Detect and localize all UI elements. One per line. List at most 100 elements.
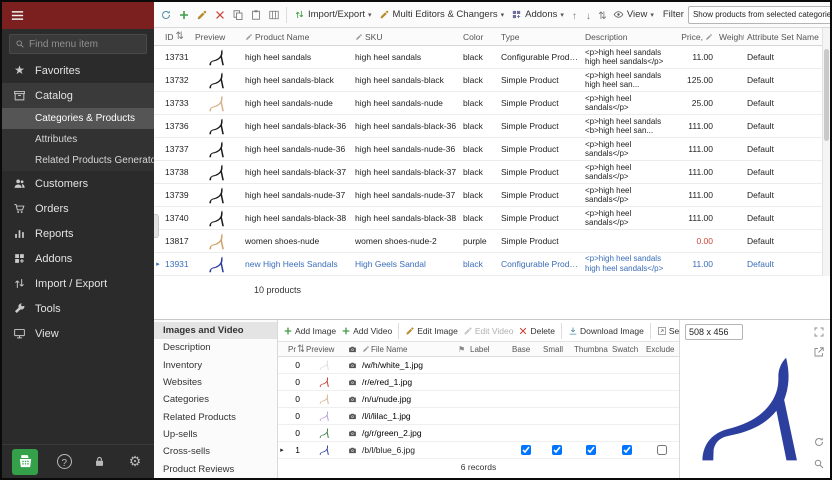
delete-product-button[interactable] (211, 5, 228, 25)
product-row[interactable]: 13740 high heel sandals-black-38 high he… (154, 207, 822, 230)
pos-icon[interactable] (12, 449, 38, 475)
product-row[interactable]: 13737 high heel sandals-nude-36 high hee… (154, 138, 822, 161)
product-row[interactable]: 13817 women shoes-nude women shoes-nude-… (154, 230, 822, 253)
tab-websites[interactable]: Websites (154, 374, 277, 391)
product-row[interactable]: 13738 high heel sandals-black-37 high he… (154, 161, 822, 184)
column-header-weight[interactable]: Weight (716, 28, 744, 45)
zoom-icon[interactable] (811, 456, 827, 472)
sort-ascending-icon[interactable] (568, 5, 581, 25)
sidebar-item-catalog[interactable]: Catalog (2, 83, 154, 108)
column-header-position[interactable]: Pr (286, 342, 304, 356)
column-header-attribute-set[interactable]: Attribute Set Name (744, 28, 822, 45)
image-row-selected[interactable]: 1 /b/l/blue_6.jpg (278, 442, 679, 459)
rotate-icon[interactable] (811, 434, 827, 450)
set-resize-rule-button[interactable]: Set Resize Rule (655, 322, 679, 340)
column-header-id[interactable]: ID (162, 28, 192, 45)
product-row[interactable]: 13731 high heel sandals high heel sandal… (154, 46, 822, 69)
column-header-color[interactable]: Color (460, 28, 498, 45)
refresh-button[interactable] (157, 5, 174, 25)
paste-button[interactable] (247, 5, 264, 25)
base-checkbox[interactable] (521, 445, 531, 455)
image-row[interactable]: 0 /r/e/red_1.jpg (278, 374, 679, 391)
column-header-label[interactable]: Label (468, 342, 510, 356)
product-row[interactable]: 13736 high heel sandals-black-36 high he… (154, 115, 822, 138)
thumbnail-checkbox[interactable] (586, 445, 596, 455)
clear-sorting-icon[interactable] (596, 5, 609, 25)
search-input[interactable] (29, 39, 141, 50)
sidebar-item-favorites[interactable]: ★ Favorites (2, 58, 154, 83)
image-row[interactable]: 0 /g/r/green_2.jpg (278, 425, 679, 442)
sidebar-item-attributes[interactable]: Attributes (2, 129, 154, 150)
import-export-dropdown[interactable]: Import/Export (291, 5, 375, 25)
fullscreen-icon[interactable] (811, 324, 827, 340)
download-image-button[interactable]: Download Image (566, 322, 646, 340)
sidebar-item-related-products-generator[interactable]: Related Products Generator (2, 150, 154, 171)
tab-related-products[interactable]: Related Products (154, 408, 277, 425)
column-header-product-name[interactable]: Product Name (242, 28, 352, 45)
sidebar-item-reports[interactable]: Reports (2, 221, 154, 246)
sidebar-item-orders[interactable]: Orders (2, 196, 154, 221)
image-row[interactable]: 0 /l/i/lilac_1.jpg (278, 408, 679, 425)
view-dropdown[interactable]: View (610, 5, 657, 25)
sidebar-item-addons[interactable]: Addons (2, 246, 154, 271)
monitor-icon (13, 327, 26, 340)
column-header-type[interactable]: Type (498, 28, 582, 45)
category-filter-select[interactable]: Show products from selected categories (688, 6, 830, 24)
sort-descending-icon[interactable] (582, 5, 595, 25)
splitter-handle[interactable] (154, 214, 159, 238)
column-header-thumbnail[interactable]: Thumbna (572, 342, 610, 356)
resize-dimensions-input[interactable] (685, 324, 743, 340)
grid-scrollbar[interactable] (822, 28, 830, 276)
product-row[interactable]: 13739 high heel sandals-nude-37 high hee… (154, 184, 822, 207)
column-header-small[interactable]: Small (541, 342, 572, 356)
image-row[interactable]: 0 /n/u/nude.jpg (278, 391, 679, 408)
menu-icon[interactable] (10, 8, 25, 23)
addons-dropdown[interactable]: Addons (508, 5, 567, 25)
edit-image-button[interactable]: Edit Image (403, 322, 460, 340)
add-image-button[interactable]: Add Image (281, 322, 338, 340)
column-header-preview[interactable]: Preview (304, 342, 344, 356)
product-row[interactable]: 13732 high heel sandals-black high heel … (154, 69, 822, 92)
column-header-flag[interactable] (456, 342, 468, 356)
sidebar-item-tools[interactable]: Tools (2, 296, 154, 321)
copy-button[interactable] (229, 5, 246, 25)
help-icon[interactable] (55, 453, 73, 471)
delete-image-button[interactable]: Delete (516, 322, 557, 340)
tab-up-sells[interactable]: Up-sells (154, 426, 277, 443)
add-video-button[interactable]: Add Video (339, 322, 394, 340)
add-product-button[interactable] (175, 5, 192, 25)
column-header-swatch[interactable]: Swatch (610, 342, 644, 356)
product-thumbnail (192, 163, 242, 182)
image-row[interactable]: 0 /w/h/white_1.jpg (278, 357, 679, 374)
sidebar-item-view[interactable]: View (2, 321, 154, 346)
product-row[interactable]: 13733 high heel sandals-nude high heel s… (154, 92, 822, 115)
tab-inventory[interactable]: Inventory (154, 357, 277, 374)
tab-images-and-video[interactable]: Images and Video (154, 322, 277, 339)
column-header-base[interactable]: Base (510, 342, 541, 356)
swatch-checkbox[interactable] (622, 445, 632, 455)
multi-editors-dropdown[interactable]: Multi Editors & Changers (376, 5, 508, 25)
column-header-camera[interactable] (344, 342, 360, 356)
edit-product-button[interactable] (193, 5, 210, 25)
columns-button[interactable] (265, 5, 282, 25)
tab-cross-sells[interactable]: Cross-sells (154, 443, 277, 460)
column-header-preview[interactable]: Preview (192, 28, 242, 45)
small-checkbox[interactable] (552, 445, 562, 455)
gear-icon[interactable] (126, 453, 144, 471)
lock-icon[interactable] (91, 453, 109, 471)
tab-categories[interactable]: Categories (154, 391, 277, 408)
sidebar-item-categories-products[interactable]: Categories & Products (2, 108, 154, 129)
product-row-selected[interactable]: 13931 new High Heels Sandals High Geels … (154, 253, 822, 276)
sidebar-item-import-export[interactable]: Import / Export (2, 271, 154, 296)
column-header-exclude[interactable]: Exclude (644, 342, 679, 356)
column-header-description[interactable]: Description (582, 28, 674, 45)
sidebar-item-customers[interactable]: Customers (2, 171, 154, 196)
column-header-sku[interactable]: SKU (352, 28, 460, 45)
edit-video-button[interactable]: Edit Video (461, 322, 516, 340)
exclude-checkbox[interactable] (657, 445, 667, 455)
tab-product-reviews[interactable]: Product Reviews (154, 460, 277, 477)
scrollbar-thumb[interactable] (824, 49, 829, 141)
tab-description[interactable]: Description (154, 339, 277, 356)
column-header-file-name[interactable]: File Name (360, 342, 456, 356)
column-header-price[interactable]: Price, (674, 28, 716, 45)
